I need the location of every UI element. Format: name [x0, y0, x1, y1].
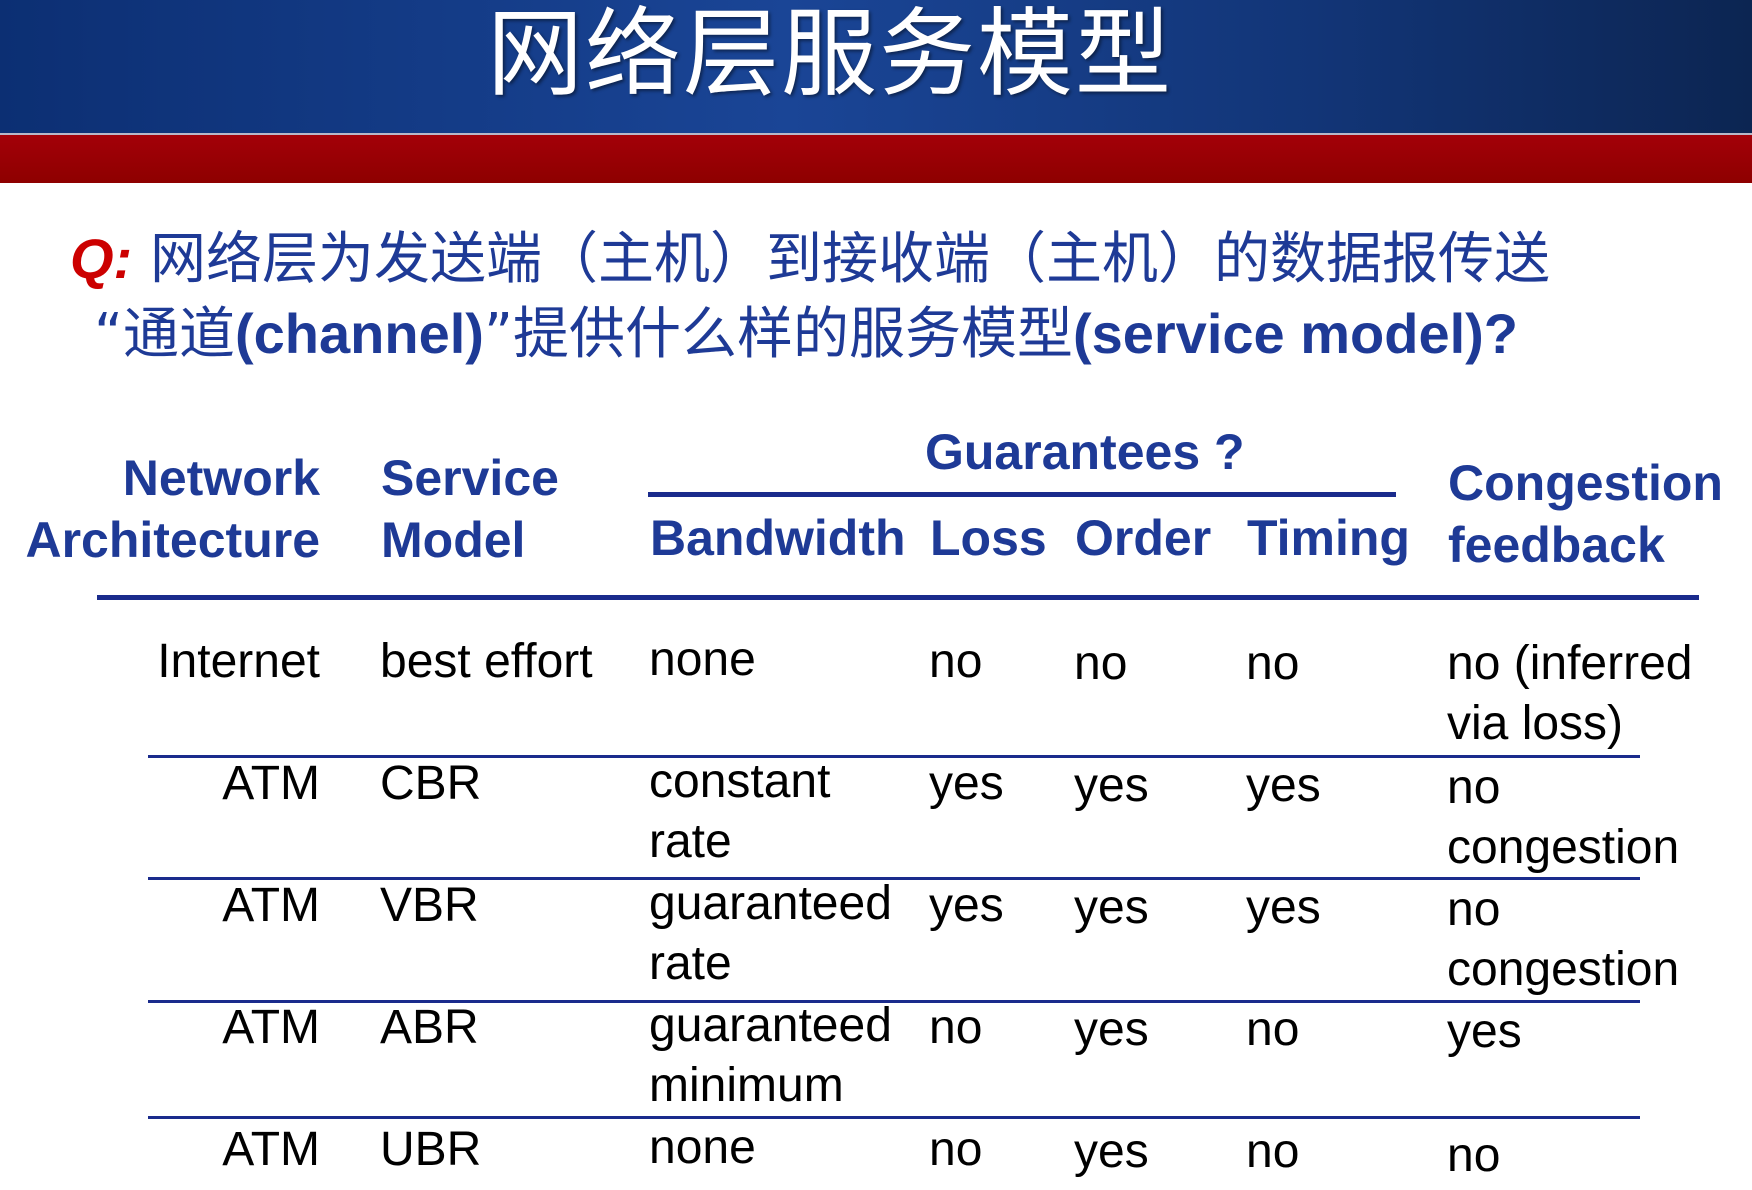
cell-order: yes — [1074, 759, 1149, 812]
header-congestion-feedback: Congestion feedback — [1448, 452, 1723, 576]
question-service-model-term: (service model)? — [1072, 302, 1518, 365]
cell-bandwidth-line1: constant — [649, 755, 831, 808]
cell-bandwidth-line1: guaranteed — [649, 999, 892, 1052]
cell-congestion: no congestion — [1447, 758, 1679, 878]
cell-congestion-line1: no — [1447, 761, 1501, 814]
header-loss: Loss — [930, 510, 1047, 566]
cell-bandwidth-line2: rate — [649, 815, 732, 868]
cell-model: best effort — [380, 635, 593, 688]
cell-congestion-line1: no — [1447, 883, 1501, 936]
cell-bandwidth: none — [649, 630, 756, 690]
cell-timing: no — [1246, 1003, 1300, 1056]
header-bandwidth: Bandwidth — [650, 510, 906, 566]
header-guarantees: Guarantees ? — [925, 424, 1245, 480]
cell-arch: ATM — [222, 1123, 320, 1176]
header-network-line1: Network — [122, 450, 320, 506]
cell-congestion-line1: no (inferred — [1447, 637, 1693, 690]
cell-bandwidth: constant rate — [649, 752, 830, 872]
cell-timing: no — [1246, 1125, 1300, 1178]
header-congestion-line1: Congestion — [1448, 455, 1723, 511]
cell-loss: yes — [929, 757, 1004, 810]
cell-order: yes — [1074, 1125, 1149, 1178]
cell-bandwidth-line2: rate — [649, 937, 732, 990]
cell-bandwidth: guaranteed minimum — [649, 996, 892, 1116]
cell-bandwidth-line2: minimum — [649, 1059, 844, 1112]
cell-model: VBR — [380, 879, 479, 932]
header-timing: Timing — [1247, 510, 1410, 566]
question-text: Q: 网络层为发送端（主机）到接收端（主机）的数据报传送 “通道(channel… — [70, 222, 1710, 372]
header-service-line2: Model — [381, 512, 526, 568]
cell-loss: yes — [929, 879, 1004, 932]
cell-loss: no — [929, 635, 983, 688]
title-accent-band — [0, 133, 1752, 183]
question-channel-term: (channel) — [235, 302, 484, 365]
guarantees-underline — [648, 492, 1396, 497]
cell-arch: Internet — [157, 635, 320, 688]
row-separator — [148, 1000, 1640, 1003]
question-line-2-middle: ”提供什么样的服务模型 — [483, 302, 1073, 367]
cell-bandwidth-line1: none — [649, 1121, 756, 1174]
slide: 网络层服务模型 Q: 网络层为发送端（主机）到接收端（主机）的数据报传送 “通道… — [0, 0, 1752, 1190]
cell-bandwidth-line1: guaranteed — [649, 877, 892, 930]
cell-congestion-line2: via loss) — [1447, 697, 1624, 750]
row-separator — [148, 1116, 1640, 1119]
header-congestion-line2: feedback — [1448, 517, 1665, 573]
title-banner: 网络层服务模型 — [0, 0, 1752, 133]
question-line-2: “通道(channel)”提供什么样的服务模型(service model)? — [70, 297, 1710, 372]
header-order: Order — [1075, 510, 1212, 566]
cell-bandwidth-line1: none — [649, 633, 756, 686]
cell-timing: no — [1246, 637, 1300, 690]
cell-order: yes — [1074, 881, 1149, 934]
question-line-1-text: 网络层为发送端（主机）到接收端（主机）的数据报传送 — [132, 227, 1551, 292]
cell-arch: ATM — [222, 757, 320, 810]
row-separator — [148, 877, 1640, 880]
question-line-2-prefix: “通道 — [94, 302, 236, 367]
cell-congestion: no congestion — [1447, 880, 1679, 1000]
cell-bandwidth: none — [649, 1118, 756, 1178]
question-label: Q: — [70, 227, 133, 290]
cell-arch: ATM — [222, 1001, 320, 1054]
cell-order: yes — [1074, 1003, 1149, 1056]
cell-model: ABR — [380, 1001, 479, 1054]
cell-loss: no — [929, 1123, 983, 1176]
slide-title: 网络层服务模型 — [487, 0, 1173, 110]
cell-congestion: yes — [1447, 1002, 1522, 1062]
cell-arch: ATM — [222, 879, 320, 932]
cell-congestion: no — [1447, 1126, 1500, 1186]
cell-congestion-line2: congestion — [1447, 943, 1680, 996]
cell-bandwidth: guaranteed rate — [649, 874, 892, 994]
cell-order: no — [1074, 637, 1128, 690]
cell-model: UBR — [380, 1123, 482, 1176]
cell-timing: yes — [1246, 881, 1321, 934]
cell-loss: no — [929, 1001, 983, 1054]
cell-congestion-line1: yes — [1447, 1005, 1522, 1058]
row-separator — [148, 755, 1640, 758]
cell-model: CBR — [380, 757, 482, 810]
cell-timing: yes — [1246, 759, 1321, 812]
cell-congestion-line2: congestion — [1447, 821, 1680, 874]
header-network-architecture: Network Architecture — [0, 447, 320, 571]
header-service-line1: Service — [381, 450, 559, 506]
header-network-line2: Architecture — [25, 512, 320, 568]
cell-congestion-line1: no — [1447, 1129, 1501, 1182]
question-line-1: Q: 网络层为发送端（主机）到接收端（主机）的数据报传送 — [70, 222, 1710, 297]
cell-congestion: no (inferred via loss) — [1447, 634, 1692, 754]
header-service-model: Service Model — [381, 447, 559, 571]
header-underline — [97, 595, 1699, 600]
